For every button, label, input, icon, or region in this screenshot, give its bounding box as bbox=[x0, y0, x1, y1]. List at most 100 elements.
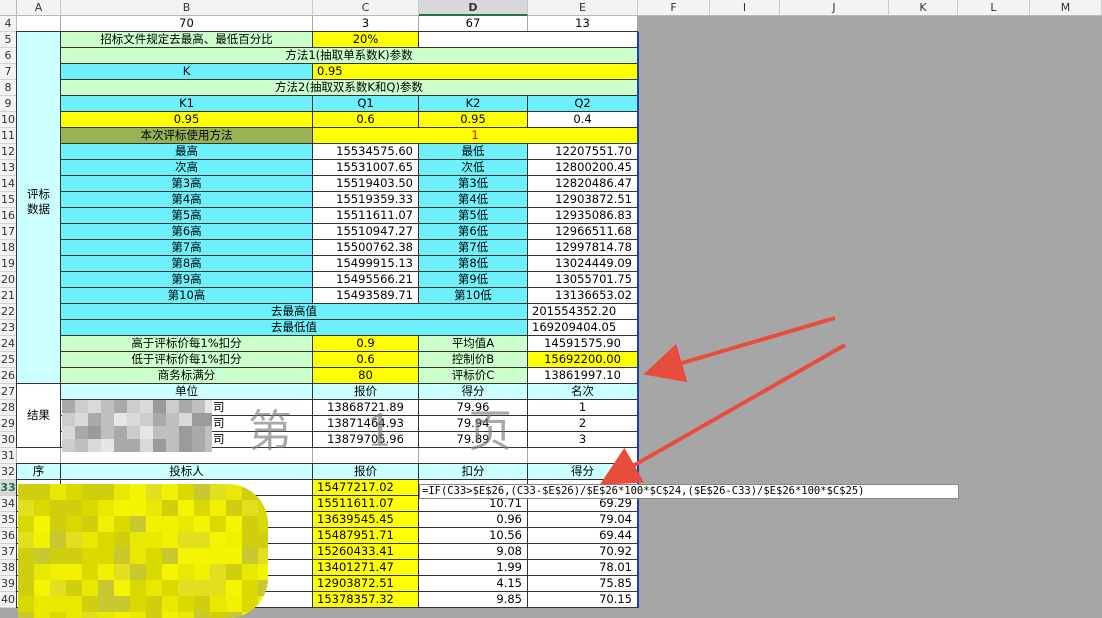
low-rank-label[interactable]: 第7低 bbox=[418, 239, 528, 256]
bid-price-cell[interactable]: 15260433.41 bbox=[312, 543, 419, 560]
r26-label[interactable]: 商务标满分 bbox=[60, 367, 313, 384]
high-rank-value[interactable]: 15531007.65 bbox=[312, 159, 419, 176]
high-rank-value[interactable]: 15519359.33 bbox=[312, 191, 419, 208]
low-rank-value[interactable]: 13055701.75 bbox=[527, 271, 638, 288]
cell-d5[interactable] bbox=[418, 31, 638, 48]
seq-header[interactable]: 序 bbox=[16, 463, 61, 480]
low-rank-label[interactable]: 第3低 bbox=[418, 175, 528, 192]
high-rank-value[interactable]: 15511611.07 bbox=[312, 207, 419, 224]
q2-value[interactable]: 0.4 bbox=[527, 111, 638, 128]
row-header-37[interactable]: 37 bbox=[0, 544, 17, 560]
q1-value[interactable]: 0.6 bbox=[312, 111, 419, 128]
corner-cell[interactable] bbox=[0, 0, 17, 16]
k-value[interactable]: 0.95 bbox=[312, 63, 638, 80]
high-rank-label[interactable]: 第7高 bbox=[60, 239, 313, 256]
deduction-cell[interactable]: 9.85 bbox=[418, 591, 528, 608]
row-header-15[interactable]: 15 bbox=[0, 192, 17, 208]
result-rank[interactable]: 3 bbox=[527, 431, 638, 448]
column-header-m[interactable]: M bbox=[1030, 0, 1102, 16]
high-rank-value[interactable]: 15510947.27 bbox=[312, 223, 419, 240]
row-header-21[interactable]: 21 bbox=[0, 288, 17, 304]
high-rank-value[interactable]: 15500762.38 bbox=[312, 239, 419, 256]
low-rank-label[interactable]: 最低 bbox=[418, 143, 528, 160]
low-rank-value[interactable]: 12997814.78 bbox=[527, 239, 638, 256]
spreadsheet[interactable]: ABCDEFIJKLM 4 5 6 7 8 9 10 11 12 13 14 15 16 17 18 19 20… bbox=[0, 0, 1102, 618]
grid-cell[interactable] bbox=[17, 448, 61, 464]
high-rank-label[interactable]: 第8高 bbox=[60, 255, 313, 272]
grid-cell[interactable] bbox=[17, 16, 61, 32]
row-header-9[interactable]: 9 bbox=[0, 96, 17, 112]
k1-label[interactable]: K1 bbox=[60, 95, 313, 112]
r24-label[interactable]: 高于评标价每1%扣分 bbox=[60, 335, 313, 352]
column-header-c[interactable]: C bbox=[313, 0, 419, 16]
column-header-b[interactable]: B bbox=[61, 0, 313, 16]
high-rank-value[interactable]: 15534575.60 bbox=[312, 143, 419, 160]
row-header-20[interactable]: 20 bbox=[0, 272, 17, 288]
r25-d-label[interactable]: 控制价B bbox=[418, 351, 528, 368]
r26-d-label[interactable]: 评标价C bbox=[418, 367, 528, 384]
low-rank-label[interactable]: 第5低 bbox=[418, 207, 528, 224]
row-header-14[interactable]: 14 bbox=[0, 176, 17, 192]
row-header-25[interactable]: 25 bbox=[0, 352, 17, 368]
final-score-cell[interactable]: 70.15 bbox=[527, 591, 638, 608]
row-header-18[interactable]: 18 bbox=[0, 240, 17, 256]
row-header-8[interactable]: 8 bbox=[0, 80, 17, 96]
method1-title[interactable]: 方法1(抽取单系数K)参数 bbox=[60, 47, 638, 64]
cell-d4[interactable]: 67 bbox=[419, 16, 528, 32]
row-header-40[interactable]: 40 bbox=[0, 592, 17, 608]
low-rank-value[interactable]: 12935086.83 bbox=[527, 207, 638, 224]
tender-percent-value[interactable]: 20% bbox=[312, 31, 419, 48]
bidder-header[interactable]: 投标人 bbox=[60, 463, 313, 480]
high-rank-label[interactable]: 第6高 bbox=[60, 223, 313, 240]
low-rank-label[interactable]: 第4低 bbox=[418, 191, 528, 208]
bid-price-cell[interactable]: 12903872.51 bbox=[312, 575, 419, 592]
row-header-36[interactable]: 36 bbox=[0, 528, 17, 544]
row-header-26[interactable]: 26 bbox=[0, 368, 17, 384]
remove-lowest-value[interactable]: 169209404.05 bbox=[527, 319, 638, 336]
method-used-value[interactable]: 1 bbox=[312, 127, 638, 144]
low-rank-value[interactable]: 12820486.47 bbox=[527, 175, 638, 192]
bid-price-header[interactable]: 报价 bbox=[312, 463, 419, 480]
high-rank-value[interactable]: 15499915.13 bbox=[312, 255, 419, 272]
k1-value[interactable]: 0.95 bbox=[60, 111, 313, 128]
cell-c4[interactable]: 3 bbox=[313, 16, 419, 32]
column-header-d[interactable]: D bbox=[419, 0, 528, 16]
low-rank-value[interactable]: 12800200.45 bbox=[527, 159, 638, 176]
bid-price-cell[interactable]: 15487951.71 bbox=[312, 527, 419, 544]
column-header-l[interactable]: L bbox=[958, 0, 1030, 16]
row-header-13[interactable]: 13 bbox=[0, 160, 17, 176]
q2-label[interactable]: Q2 bbox=[527, 95, 638, 112]
column-header-i[interactable]: I bbox=[710, 0, 780, 16]
high-rank-label[interactable]: 第5高 bbox=[60, 207, 313, 224]
high-rank-label[interactable]: 次高 bbox=[60, 159, 313, 176]
row-header-31[interactable]: 31 bbox=[0, 448, 17, 464]
k2-label[interactable]: K2 bbox=[418, 95, 528, 112]
row-header-12[interactable]: 12 bbox=[0, 144, 17, 160]
deduction-cell[interactable]: 0.96 bbox=[418, 511, 528, 528]
row-header-11[interactable]: 11 bbox=[0, 128, 17, 144]
row-header-7[interactable]: 7 bbox=[0, 64, 17, 80]
row-header-34[interactable]: 34 bbox=[0, 496, 17, 512]
final-score-cell[interactable]: 75.85 bbox=[527, 575, 638, 592]
low-rank-label[interactable]: 第10低 bbox=[418, 287, 528, 304]
row-header-19[interactable]: 19 bbox=[0, 256, 17, 272]
high-rank-value[interactable]: 15495566.21 bbox=[312, 271, 419, 288]
row-header-30[interactable]: 30 bbox=[0, 432, 17, 448]
bid-price-cell[interactable]: 15511611.07 bbox=[312, 495, 419, 512]
column-header-e[interactable]: E bbox=[528, 0, 638, 16]
q1-label[interactable]: Q1 bbox=[312, 95, 419, 112]
low-rank-value[interactable]: 13024449.09 bbox=[527, 255, 638, 272]
row-header-4[interactable]: 4 bbox=[0, 16, 17, 32]
high-rank-label[interactable]: 最高 bbox=[60, 143, 313, 160]
low-rank-label[interactable]: 次低 bbox=[418, 159, 528, 176]
k-label[interactable]: K bbox=[60, 63, 313, 80]
final-score-cell[interactable]: 70.92 bbox=[527, 543, 638, 560]
low-rank-label[interactable]: 第8低 bbox=[418, 255, 528, 272]
row-header-29[interactable]: 29 bbox=[0, 416, 17, 432]
final-score-header[interactable]: 得分 bbox=[527, 463, 638, 480]
final-score-cell[interactable]: 79.04 bbox=[527, 511, 638, 528]
high-rank-value[interactable]: 15493589.71 bbox=[312, 287, 419, 304]
deduction-cell[interactable]: 9.08 bbox=[418, 543, 528, 560]
row-header-24[interactable]: 24 bbox=[0, 336, 17, 352]
high-rank-value[interactable]: 15519403.50 bbox=[312, 175, 419, 192]
